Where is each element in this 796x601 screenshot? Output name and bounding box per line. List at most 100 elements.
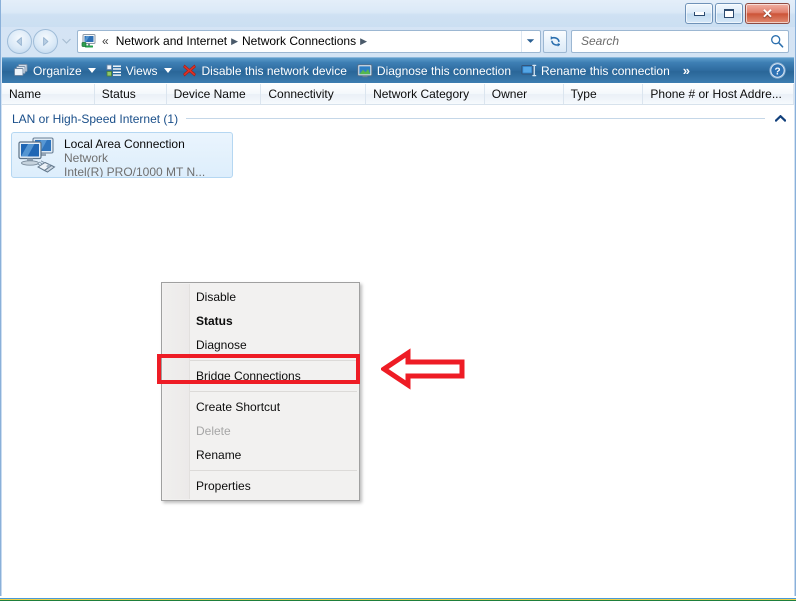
column-header-connectivity[interactable]: Connectivity	[261, 84, 367, 104]
menu-item-disable[interactable]: Disable	[162, 285, 359, 309]
help-button[interactable]: ?	[769, 62, 786, 79]
column-header-label: Name	[9, 87, 42, 101]
views-caret-icon[interactable]	[163, 68, 172, 73]
organize-caret-icon[interactable]	[87, 68, 96, 73]
menu-item-properties[interactable]: Properties	[162, 474, 359, 498]
column-header-phone-or-host-addre[interactable]: Phone # or Host Addre...	[643, 84, 795, 104]
rename-connection-button[interactable]: Rename this connection	[516, 60, 675, 82]
connection-network: Network	[64, 151, 109, 165]
breadcrumb-separator-icon[interactable]: ▶	[231, 36, 238, 46]
menu-item-create-shortcut[interactable]: Create Shortcut	[162, 395, 359, 419]
address-bar[interactable]: « Network and Internet ▶ Network Connect…	[77, 29, 541, 53]
breadcrumb-item-network-and-internet[interactable]: Network and Internet	[114, 33, 229, 49]
column-header-status[interactable]: Status	[95, 84, 167, 104]
menu-item-delete: Delete	[162, 419, 359, 443]
column-header-label: Status	[101, 87, 136, 101]
menu-separator	[190, 391, 357, 392]
column-header-label: Connectivity	[268, 87, 334, 101]
group-header: LAN or High-Speed Internet (1)	[2, 108, 794, 129]
menu-item-label: Diagnose	[196, 338, 247, 352]
diagnose-connection-button[interactable]: Diagnose this connection	[352, 60, 516, 82]
menu-item-rename[interactable]: Rename	[162, 443, 359, 467]
group-collapse-button[interactable]	[775, 115, 786, 122]
address-dropdown-button[interactable]	[521, 30, 538, 52]
column-header-network-category[interactable]: Network Category	[366, 84, 485, 104]
list-item-text: Local Area Connection Network Intel(R) P…	[58, 136, 205, 177]
views-icon	[106, 63, 122, 79]
search-box[interactable]	[571, 29, 789, 53]
rename-connection-label: Rename this connection	[541, 63, 670, 78]
help-icon: ?	[769, 62, 786, 79]
menu-separator	[190, 470, 357, 471]
context-menu: Disable Status Diagnose Bridge Connections C…	[161, 282, 360, 501]
diagnose-icon	[357, 63, 373, 79]
menu-item-label: Properties	[196, 479, 251, 493]
toolbar-overflow-button[interactable]: »	[675, 63, 697, 78]
command-toolbar: Organize Views Disable this network devi…	[2, 57, 794, 83]
menu-item-status[interactable]: Status	[162, 309, 359, 333]
column-header-name[interactable]: Name	[2, 84, 95, 104]
search-input[interactable]	[579, 33, 770, 49]
chevron-down-icon	[526, 39, 534, 43]
menu-separator	[190, 360, 357, 361]
address-bar-row: « Network and Internet ▶ Network Connect…	[1, 27, 795, 57]
organize-button[interactable]: Organize	[8, 60, 101, 82]
diagnose-connection-label: Diagnose this connection	[376, 63, 511, 78]
column-header-device-name[interactable]: Device Name	[167, 84, 262, 104]
left-arrow-annotation	[379, 348, 465, 390]
refresh-button[interactable]	[543, 29, 567, 53]
forward-button[interactable]	[33, 28, 58, 54]
lan-connection-icon	[16, 136, 58, 176]
views-button[interactable]: Views	[101, 60, 177, 82]
refresh-icon	[550, 35, 560, 47]
network-connections-icon	[81, 33, 98, 50]
breadcrumb-item-network-connections[interactable]: Network Connections	[240, 33, 358, 49]
window-controls: ✕	[685, 3, 790, 24]
list-item-local-area-connection[interactable]: Local Area Connection Network Intel(R) P…	[11, 132, 233, 178]
chevron-up-icon	[775, 115, 786, 122]
menu-item-bridge-connections[interactable]: Bridge Connections	[162, 364, 359, 388]
column-header-type[interactable]: Type	[564, 84, 644, 104]
svg-text:?: ?	[774, 66, 780, 77]
recent-pages-button[interactable]	[60, 33, 72, 49]
connection-name: Local Area Connection	[64, 137, 185, 151]
maximize-icon	[724, 9, 734, 18]
back-button[interactable]	[7, 28, 32, 54]
minimize-button[interactable]	[685, 3, 713, 24]
column-header-label: Device Name	[173, 87, 246, 101]
close-button[interactable]: ✕	[745, 3, 790, 24]
menu-item-diagnose[interactable]: Diagnose	[162, 333, 359, 357]
column-header-label: Phone # or Host Addre...	[650, 87, 782, 101]
navigation-buttons	[7, 28, 75, 54]
column-header-label: Owner	[491, 87, 528, 101]
close-icon: ✕	[762, 6, 773, 21]
column-header-row: Name Status Device Name Connectivity Network…	[2, 83, 795, 105]
group-header-divider	[186, 118, 765, 119]
forward-arrow-icon	[43, 36, 49, 46]
column-header-owner[interactable]: Owner	[485, 84, 564, 104]
disable-network-device-label: Disable this network device	[201, 63, 347, 78]
organize-label: Organize	[33, 63, 82, 78]
column-header-label: Network Category	[373, 87, 470, 101]
explorer-window: ✕ « Network and Internet ▶ Network Conne…	[0, 0, 796, 601]
menu-item-label: Create Shortcut	[196, 400, 281, 414]
menu-item-label: Delete	[196, 424, 231, 438]
rename-icon	[521, 63, 537, 79]
maximize-button[interactable]	[715, 3, 743, 24]
title-bar: ✕	[1, 0, 795, 27]
menu-item-label: Disable	[196, 290, 237, 304]
back-arrow-icon	[16, 36, 22, 46]
menu-item-label: Bridge Connections	[196, 369, 301, 383]
connection-device: Intel(R) PRO/1000 MT N...	[64, 165, 206, 177]
search-icon[interactable]	[770, 34, 784, 48]
views-label: Views	[125, 63, 158, 78]
disable-network-device-button[interactable]: Disable this network device	[177, 60, 352, 82]
organize-icon	[13, 63, 29, 79]
breadcrumb-separator-icon[interactable]: ▶	[360, 36, 367, 46]
column-header-label: Type	[570, 87, 597, 101]
breadcrumb-overflow[interactable]: «	[102, 34, 109, 48]
group-header-label: LAN or High-Speed Internet (1)	[12, 111, 179, 126]
bottom-accent-strip	[0, 596, 796, 601]
menu-item-label: Rename	[196, 448, 242, 462]
breadcrumb: « Network and Internet ▶ Network Connect…	[101, 33, 521, 49]
